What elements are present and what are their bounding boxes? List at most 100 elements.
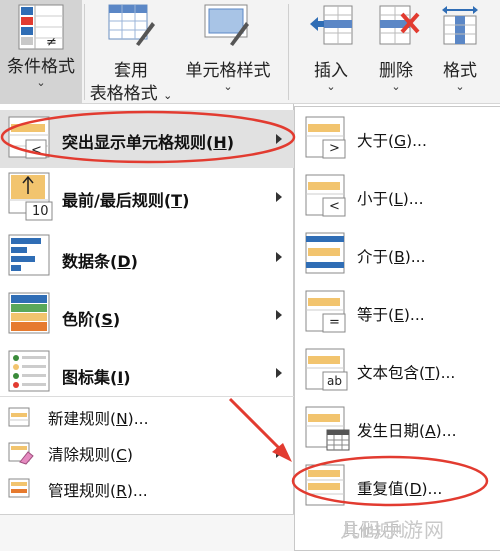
submenu-item-greater-than[interactable]: > 大于(G)... — [295, 109, 500, 167]
label-text: 突出显示单元格规则( — [62, 133, 214, 152]
chevron-right-icon — [276, 448, 282, 458]
cell-styles-button[interactable]: 单元格样式 ⌄ — [176, 0, 280, 104]
insert-icon — [308, 4, 354, 48]
conditional-format-icon: ≠ — [18, 4, 64, 50]
access-key: E — [394, 306, 404, 324]
label-suffix: )... — [434, 364, 456, 382]
menu-item-label: 清除规则(C) — [48, 443, 133, 465]
ribbon-divider — [84, 4, 85, 100]
menu-item-clear-rules[interactable]: 清除规则(C) — [0, 436, 294, 470]
label-suffix: )... — [403, 306, 425, 324]
chevron-right-icon — [276, 310, 282, 320]
submenu-item-label: 小于(L)... — [357, 187, 424, 209]
access-key: R — [116, 482, 127, 500]
table-format-icon — [108, 4, 156, 48]
access-key: S — [101, 310, 113, 329]
svg-text:≠: ≠ — [46, 35, 57, 50]
submenu-item-date-occurring[interactable]: 发生日期(A)... — [295, 399, 500, 457]
chevron-down-icon: ⌄ — [223, 80, 233, 93]
highlight-rules-submenu: > 大于(G)... < 小于(L)... 介于(B)... = 等于(E)..… — [294, 106, 500, 551]
sheet-area — [0, 514, 294, 551]
label-suffix: )... — [421, 480, 443, 498]
submenu-item-less-than[interactable]: < 小于(L)... — [295, 167, 500, 225]
new-rule-icon — [8, 407, 32, 433]
label-suffix: )... — [435, 422, 457, 440]
label-text: 数据条( — [62, 252, 118, 271]
chevron-down-icon: ⌄ — [163, 89, 173, 102]
chevron-down-icon: ⌄ — [36, 76, 46, 89]
chevron-down-icon: ⌄ — [391, 80, 401, 93]
label-suffix: )... — [126, 482, 148, 500]
submenu-item-label: 文本包含(T)... — [357, 361, 455, 383]
submenu-item-label: 重复值(D)... — [357, 477, 442, 499]
submenu-item-duplicate-values[interactable]: 重复值(D)... — [295, 457, 500, 515]
conditional-format-menu: < 突出显示单元格规则(H) 10 最前/最后规则(T) 数据条(D) 色阶(S… — [0, 104, 294, 514]
submenu-item-between[interactable]: 介于(B)... — [295, 225, 500, 283]
color-scales-icon — [8, 292, 54, 342]
icon-glyph: ab — [327, 374, 342, 388]
chevron-right-icon — [276, 368, 282, 378]
submenu-item-text-contains[interactable]: ab 文本包含(T)... — [295, 341, 500, 399]
cell-styles-icon — [204, 4, 252, 48]
label-text: 最前/最后规则( — [62, 191, 172, 210]
access-key: L — [394, 190, 403, 208]
between-icon — [305, 232, 349, 282]
format-button[interactable]: 格式 ⌄ — [428, 0, 492, 104]
submenu-item-label: 大于(G)... — [357, 129, 427, 151]
delete-label: 删除 — [379, 61, 413, 81]
submenu-item-equal-to[interactable]: = 等于(E)... — [295, 283, 500, 341]
menu-item-label: 最前/最后规则(T) — [62, 187, 189, 211]
highlight-rules-icon: < — [8, 116, 54, 166]
calendar-icon — [305, 406, 351, 456]
chevron-down-icon: ⌄ — [326, 80, 336, 93]
conditional-format-button[interactable]: ≠ 条件格式 ⌄ — [0, 0, 82, 104]
top-bottom-icon-number: 10 — [32, 204, 49, 219]
clear-rules-icon — [8, 442, 34, 470]
access-key: D — [409, 480, 422, 498]
duplicate-values-icon — [305, 464, 349, 514]
menu-item-color-scales[interactable]: 色阶(S) — [0, 286, 294, 344]
access-key: T — [425, 364, 435, 382]
label-suffix: )... — [406, 132, 427, 150]
label-text: 介于( — [357, 248, 395, 266]
insert-button[interactable]: 插入 ⌄ — [298, 0, 364, 104]
menu-item-highlight-cell-rules[interactable]: < 突出显示单元格规则(H) — [0, 110, 294, 168]
icon-glyph: > — [329, 141, 340, 156]
chevron-right-icon — [276, 192, 282, 202]
label-text: 文本包含( — [357, 364, 426, 382]
ribbon-divider — [288, 4, 289, 100]
label-text: 小于( — [357, 190, 395, 208]
format-as-table-label-2: 表格格式 ⌄ — [86, 79, 176, 104]
menu-item-top-bottom-rules[interactable]: 10 最前/最后规则(T) — [0, 168, 294, 226]
format-icon — [438, 4, 484, 48]
menu-item-manage-rules[interactable]: 管理规则(R)... — [0, 472, 294, 506]
submenu-item-label: 介于(B)... — [357, 245, 426, 267]
chevron-right-icon — [276, 134, 282, 144]
submenu-item-label: 等于(E)... — [357, 303, 425, 325]
label-text: 新建规则( — [48, 410, 117, 428]
menu-item-label: 新建规则(N)... — [48, 407, 149, 429]
less-than-icon: < — [305, 174, 349, 224]
label-text: 重复值( — [357, 480, 410, 498]
label-suffix: ) — [130, 252, 138, 271]
data-bars-icon — [8, 234, 54, 284]
access-key: H — [213, 133, 227, 152]
delete-button[interactable]: 删除 ⌄ — [364, 0, 428, 104]
menu-divider — [0, 396, 294, 397]
menu-item-data-bars[interactable]: 数据条(D) — [0, 228, 294, 286]
format-as-table-button[interactable]: 套用 表格格式 ⌄ — [86, 0, 176, 104]
label-suffix: ) — [123, 368, 131, 387]
label-suffix: ) — [182, 191, 190, 210]
cell-styles-label: 单元格样式 — [185, 61, 271, 81]
label-text: 清除规则( — [48, 446, 117, 464]
menu-item-new-rule[interactable]: 新建规则(N)... — [0, 400, 294, 434]
greater-than-icon: > — [305, 116, 349, 166]
format-as-table-label-2-text: 表格格式 — [89, 84, 158, 104]
menu-item-label: 管理规则(R)... — [48, 479, 148, 501]
menu-item-icon-sets[interactable]: 图标集(I) — [0, 344, 294, 402]
manage-rules-icon — [8, 478, 32, 504]
ribbon: ≠ 条件格式 ⌄ 套用 表格格式 ⌄ 单元格样式 ⌄ 插入 ⌄ 删除 ⌄ 格式 … — [0, 0, 500, 104]
access-key: A — [425, 422, 436, 440]
label-text: 色阶( — [62, 310, 102, 329]
format-label: 格式 — [443, 61, 477, 81]
